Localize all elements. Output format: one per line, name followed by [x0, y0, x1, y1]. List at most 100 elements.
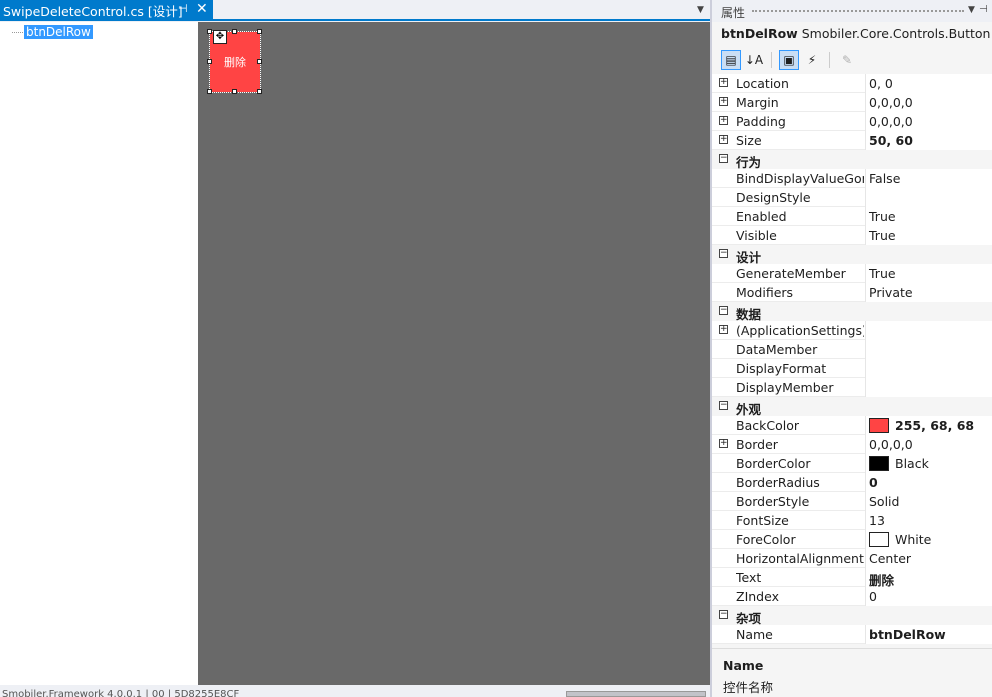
property-row[interactable]: + Padding 0,0,0,0 — [712, 112, 992, 131]
object-selector[interactable]: btnDelRow Smobiler.Core.Controls.Button — [721, 26, 992, 44]
expand-icon[interactable]: + — [719, 97, 728, 106]
property-row[interactable]: DataMember — [712, 340, 992, 359]
lightning-icon[interactable]: ⚡ — [802, 50, 822, 70]
design-canvas[interactable]: 删除 ✥ — [198, 22, 710, 685]
property-value[interactable]: True — [865, 226, 992, 245]
collapse-icon[interactable]: − — [719, 401, 728, 410]
resize-handle-bottom-left[interactable] — [207, 89, 212, 94]
property-value[interactable]: 0,0,0,0 — [865, 93, 992, 112]
property-row[interactable]: + Margin 0,0,0,0 — [712, 93, 992, 112]
property-value[interactable] — [865, 321, 992, 340]
property-value[interactable]: White — [865, 530, 992, 549]
resize-handle-right[interactable] — [257, 59, 262, 64]
horizontal-scrollbar-thumb[interactable] — [566, 691, 706, 697]
resize-handle-bottom-right[interactable] — [257, 89, 262, 94]
property-row[interactable]: GenerateMember True — [712, 264, 992, 283]
property-value[interactable]: Center — [865, 549, 992, 568]
property-value[interactable] — [865, 340, 992, 359]
property-value[interactable]: Black — [865, 454, 992, 473]
property-row[interactable]: BackColor 255, 68, 68 — [712, 416, 992, 435]
property-value[interactable]: 0, 0 — [865, 74, 992, 93]
expand-icon[interactable]: + — [719, 135, 728, 144]
property-value[interactable]: btnDelRow — [865, 625, 992, 644]
expand-icon[interactable]: + — [719, 439, 728, 448]
property-category[interactable]: − 外观 — [712, 397, 992, 417]
property-name: Border — [736, 437, 778, 452]
property-row[interactable]: HorizontalAlignment Center — [712, 549, 992, 568]
collapse-icon[interactable]: − — [719, 610, 728, 619]
property-value[interactable]: Solid — [865, 492, 992, 511]
property-row[interactable]: Visible True — [712, 226, 992, 245]
property-value[interactable]: 0,0,0,0 — [865, 435, 992, 454]
property-row[interactable]: + (ApplicationSettings) — [712, 321, 992, 340]
property-row[interactable]: Text 删除 — [712, 568, 992, 587]
resize-handle-top-right[interactable] — [257, 29, 262, 34]
outline-item-btndelrow[interactable]: btnDelRow — [24, 25, 93, 39]
property-row[interactable]: FontSize 13 — [712, 511, 992, 530]
property-value[interactable]: False — [865, 169, 992, 188]
properties-titlebar: 属性 ▼ ⊣ — [712, 0, 992, 22]
tab-swipe-delete-control-design[interactable]: SwipeDeleteControl.cs [设计] ⊣ ✕ — [0, 0, 213, 20]
alphabetical-icon[interactable]: ↓A — [744, 50, 764, 70]
property-category[interactable]: − 数据 — [712, 302, 992, 322]
property-row[interactable]: Modifiers Private — [712, 283, 992, 302]
property-row[interactable]: ZIndex 0 — [712, 587, 992, 606]
resize-handle-bottom[interactable] — [232, 89, 237, 94]
pin-icon[interactable]: ⊣ — [178, 2, 188, 15]
property-row[interactable]: Name btnDelRow — [712, 625, 992, 644]
resize-handle-top-left[interactable] — [207, 29, 212, 34]
property-value[interactable]: True — [865, 264, 992, 283]
property-row[interactable]: + Size 50, 60 — [712, 131, 992, 150]
move-handle-icon[interactable]: ✥ — [213, 30, 227, 44]
property-value-text: 删除 — [869, 573, 895, 587]
property-value[interactable]: 删除 — [865, 568, 992, 587]
collapse-icon[interactable]: − — [719, 154, 728, 163]
auto-hide-pin-icon[interactable]: ⊣ — [979, 4, 988, 15]
property-value[interactable]: 0,0,0,0 — [865, 112, 992, 131]
tabs-dropdown-icon[interactable]: ▼ — [697, 5, 704, 15]
property-value[interactable] — [865, 359, 992, 378]
property-category[interactable]: − 杂项 — [712, 606, 992, 626]
property-row[interactable]: BindDisplayValueGone False — [712, 169, 992, 188]
property-row[interactable]: DesignStyle — [712, 188, 992, 207]
properties-icon[interactable]: ▣ — [779, 50, 799, 70]
property-name: Location — [736, 76, 789, 91]
property-value[interactable] — [865, 378, 992, 397]
close-icon[interactable]: ✕ — [196, 1, 208, 17]
resize-handle-left[interactable] — [207, 59, 212, 64]
property-value[interactable]: 0 — [865, 587, 992, 606]
property-row[interactable]: BorderStyle Solid — [712, 492, 992, 511]
collapse-icon[interactable]: − — [719, 249, 728, 258]
property-value-text: 0, 0 — [869, 76, 893, 91]
property-row[interactable]: + Border 0,0,0,0 — [712, 435, 992, 454]
property-row[interactable]: Enabled True — [712, 207, 992, 226]
expand-icon[interactable]: + — [719, 78, 728, 87]
collapse-icon[interactable]: − — [719, 306, 728, 315]
property-category[interactable]: − 设计 — [712, 245, 992, 265]
property-name: DisplayMember — [736, 380, 834, 395]
properties-title: 属性 — [721, 6, 746, 20]
categorized-icon[interactable]: ▤ — [721, 50, 741, 70]
property-row[interactable]: BorderColor Black — [712, 454, 992, 473]
property-value[interactable]: Private — [865, 283, 992, 302]
property-value[interactable]: 0 — [865, 473, 992, 492]
property-row[interactable]: ForeColor White — [712, 530, 992, 549]
properties-toolbar: ▤ ↓A ▣ ⚡ ✎ — [721, 49, 857, 71]
property-value[interactable]: 13 — [865, 511, 992, 530]
property-row[interactable]: + Location 0, 0 — [712, 74, 992, 93]
color-swatch — [869, 418, 889, 433]
resize-handle-top[interactable] — [232, 29, 237, 34]
property-value[interactable]: 255, 68, 68 — [865, 416, 992, 435]
property-value[interactable] — [865, 188, 992, 207]
property-value[interactable]: 50, 60 — [865, 131, 992, 150]
property-category[interactable]: − 行为 — [712, 150, 992, 170]
property-value-text: 255, 68, 68 — [895, 418, 975, 433]
expand-icon[interactable]: + — [719, 325, 728, 334]
property-name: DataMember — [736, 342, 818, 357]
window-position-dropdown-icon[interactable]: ▼ — [968, 5, 975, 15]
property-value[interactable]: True — [865, 207, 992, 226]
property-row[interactable]: BorderRadius 0 — [712, 473, 992, 492]
property-row[interactable]: DisplayFormat — [712, 359, 992, 378]
expand-icon[interactable]: + — [719, 116, 728, 125]
property-row[interactable]: DisplayMember — [712, 378, 992, 397]
